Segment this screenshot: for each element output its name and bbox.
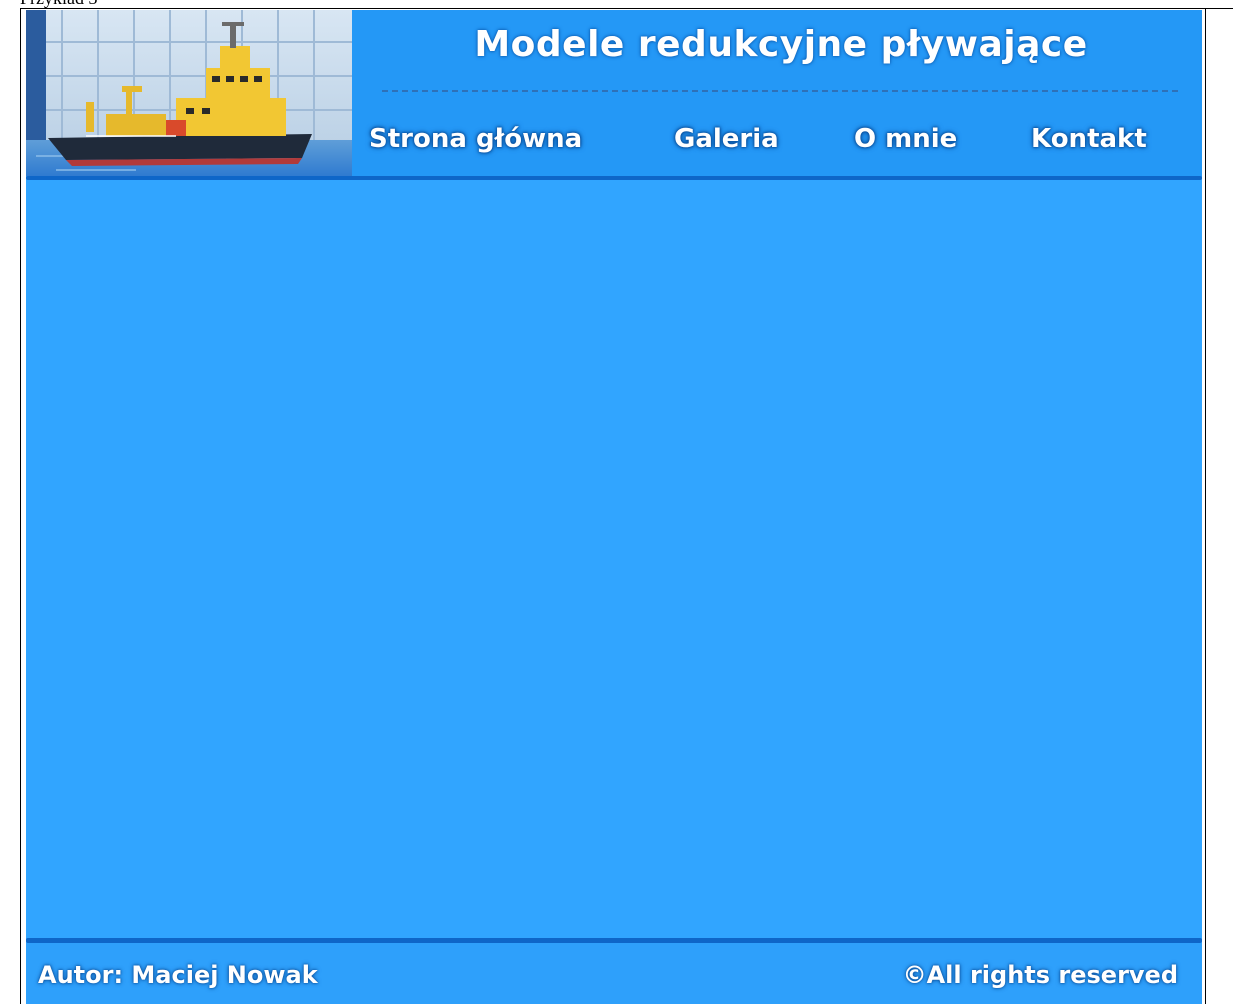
nav-link-contact[interactable]: Kontakt — [1031, 124, 1147, 154]
site-title: Modele redukcyjne pływające — [474, 24, 1088, 65]
main-navigation: Strona główna Galeria O mnie Kontakt — [366, 124, 1196, 164]
footer-author: Autor: Maciej Nowak — [38, 961, 318, 989]
table-border-top — [20, 8, 1233, 9]
nav-link-about[interactable]: O mnie — [854, 124, 957, 154]
title-divider — [382, 90, 1178, 94]
site-footer: Autor: Maciej Nowak ©All rights reserved — [26, 943, 1202, 1004]
site-header: Modele redukcyjne pływające Strona główn… — [26, 10, 1202, 178]
table-border-right — [1205, 8, 1206, 1004]
nav-link-gallery[interactable]: Galeria — [674, 124, 779, 154]
nav-link-home[interactable]: Strona główna — [369, 124, 582, 154]
main-content-area — [26, 180, 1202, 938]
footer-copyright: ©All rights reserved — [902, 961, 1178, 989]
table-border-left — [20, 8, 21, 1004]
model-ship-photo-icon — [26, 10, 352, 176]
website-preview: Modele redukcyjne pływające Strona główn… — [26, 10, 1202, 1004]
document-page: Przykład 3 — [0, 0, 1233, 1004]
